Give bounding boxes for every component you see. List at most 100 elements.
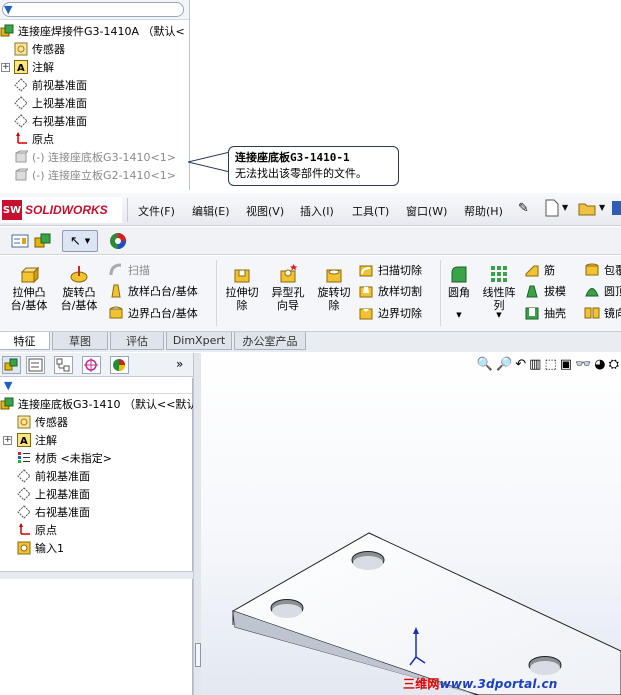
missing-file-callout: 连接座底板G3-1410-1 无法找出该零部件的文件。 [228,146,399,186]
tree-filter-input[interactable] [2,2,184,17]
tree-item-right-plane[interactable]: 右视基准面 [14,112,87,130]
mirror-button[interactable]: 镜向 [584,305,621,321]
loft-boss-button[interactable]: 放样凸台/基体 [108,283,198,299]
open-folder-icon[interactable] [578,200,596,219]
menu-tools[interactable]: 工具(T) [352,203,389,219]
new-document-icon[interactable] [545,199,559,220]
panel-splitter[interactable] [193,353,201,695]
chevron-down-icon[interactable]: ▼ [562,203,568,212]
rib-button[interactable]: 筋 [524,262,555,278]
draft-button[interactable]: 拔模 [524,283,566,299]
chevron-down-icon[interactable]: ▼ [599,203,605,212]
menu-insert[interactable]: 插入(I) [300,203,334,219]
tree-item-origin[interactable]: 原点 [14,130,54,148]
filter-icon[interactable]: ▼ [4,379,12,392]
feature-manager-tabs: » [0,353,193,377]
shell-button[interactable]: 抽壳 [524,305,566,321]
fillet-icon [449,264,469,284]
tree-item-sensors[interactable]: 传感器 [14,40,65,58]
command-manager-tabs: 特征 草图 评估 DimXpert 办公室产品 [0,332,621,352]
pushpin-icon[interactable]: ✎ [518,201,529,216]
fillet-button[interactable]: 圆角 ▼ [444,264,474,322]
feature-tree-tab-icon[interactable] [2,356,21,374]
tree-item-material[interactable]: 材质 <未指定> [17,449,112,467]
tree-item-imported-body[interactable]: 输入1 [17,539,64,557]
mounting-hole [270,599,304,618]
expand-icon[interactable]: + [1,63,10,72]
rib-label: 筋 [544,264,555,277]
sweep-button[interactable]: 扫描 [108,262,150,278]
menu-help[interactable]: 帮助(H) [464,203,503,219]
save-icon[interactable] [612,200,621,219]
tree-root-assembly[interactable]: 连接座焊接件G3-1410A （默认< [0,22,185,40]
plane-icon [17,505,31,519]
tree-item-top-plane[interactable]: 上视基准面 [14,94,87,112]
tree-item-label: (-) 连接座底板G3-1410<1> [32,151,176,164]
tree-horizontal-scrollbar[interactable] [0,571,193,579]
tree-item-sensors[interactable]: 传感器 [17,413,68,431]
boundary-boss-button[interactable]: 边界凸台/基体 [108,305,198,321]
tab-dimxpert[interactable]: DimXpert [166,332,232,350]
double-chevron-right-icon[interactable]: » [176,357,183,371]
chevron-down-icon[interactable]: ▼ [478,309,520,322]
tree-item-origin[interactable]: 原点 [17,521,57,539]
hole-wizard-button[interactable]: 异型孔 向导 [266,264,310,312]
wrap-button[interactable]: 包覆 [584,262,621,278]
tree-item-right-plane[interactable]: 右视基准面 [17,503,90,521]
feature-manager-icon[interactable] [10,230,30,252]
assembly-view-icon[interactable] [33,230,53,252]
expand-icon[interactable]: + [3,436,12,445]
loft-cut-button[interactable]: 放样切割 [358,283,422,299]
sweep-label: 扫描 [128,264,150,277]
tree-item-missing-part[interactable]: (-) 连接座底板G3-1410<1> [14,148,176,166]
property-manager-tab-icon[interactable] [26,356,45,374]
menu-edit[interactable]: 编辑(E) [192,203,230,219]
menu-window[interactable]: 窗口(W) [406,203,447,219]
sweep-cut-button[interactable]: 扫描切除 [358,262,422,278]
select-tool-button[interactable]: ↖ ▼ [62,230,98,252]
plane-icon [17,469,31,483]
view-command-row: ↖ ▼ [0,227,621,255]
appearance-icon[interactable] [108,230,128,252]
dimxpert-tab-icon[interactable] [82,356,101,374]
rib-icon [524,262,540,278]
tree-item-front-plane[interactable]: 前视基准面 [17,467,90,485]
tree-item-annotations[interactable]: A 注解 [14,58,54,76]
tab-features[interactable]: 特征 [0,332,50,350]
part-model[interactable] [201,353,621,695]
chevron-down-icon[interactable]: ▼ [444,309,474,322]
tree-item-top-plane[interactable]: 上视基准面 [17,485,90,503]
dome-button[interactable]: 圆顶 [584,283,621,299]
menu-view[interactable]: 视图(V) [246,203,284,219]
tree-item-front-plane[interactable]: 前视基准面 [14,76,87,94]
revolve-boss-button[interactable]: 旋转凸 台/基体 [56,264,102,312]
boundary-cut-button[interactable]: 边界切除 [358,305,422,321]
tab-evaluate[interactable]: 评估 [110,332,164,350]
callout-pointer [188,151,231,173]
filter-icon[interactable]: ▼ [4,3,12,16]
graphics-viewport[interactable]: 🔍 🔎 ↶ ▥ ⬚ ▣ 👓 ◕ ⛭ [201,353,621,695]
tab-sketch[interactable]: 草图 [52,332,108,350]
display-manager-tab-icon[interactable] [110,356,129,374]
extrude-boss-button[interactable]: 拉伸凸 台/基体 [6,264,52,312]
tree-root-part[interactable]: 连接座底板G3-1410 （默认<<默认 [0,395,193,413]
extrude-cut-button[interactable]: 拉伸切 除 [220,264,264,312]
tree-item-annotations[interactable]: A 注解 [17,431,57,449]
revolve-cut-button[interactable]: 旋转切 除 [312,264,356,312]
extrude-boss-icon [19,264,39,284]
watermark-cn: 三维网 [403,677,440,691]
callout-message: 无法找出该零部件的文件。 [235,167,367,180]
loft-boss-icon [108,283,124,299]
shell-label: 抽壳 [544,307,566,320]
menu-file[interactable]: 文件(F) [138,203,175,219]
solidworks-logo-text: SOLIDWORKS [25,203,108,217]
mirror-label: 镜向 [604,307,621,320]
solidworks-logo[interactable]: SW SOLIDWORKS [0,197,122,223]
configuration-manager-tab-icon[interactable] [54,356,73,374]
tab-office-products[interactable]: 办公室产品 [234,332,306,350]
loft-boss-label: 放样凸台/基体 [128,285,198,298]
tree-root-label: 连接座底板G3-1410 （默认<<默认 [18,398,193,411]
tree-item-missing-part[interactable]: (-) 连接座立板G2-1410<1> [14,166,176,184]
tree-item-label: 注解 [35,434,57,447]
linear-pattern-button[interactable]: 线性阵 列 ▼ [478,264,520,322]
